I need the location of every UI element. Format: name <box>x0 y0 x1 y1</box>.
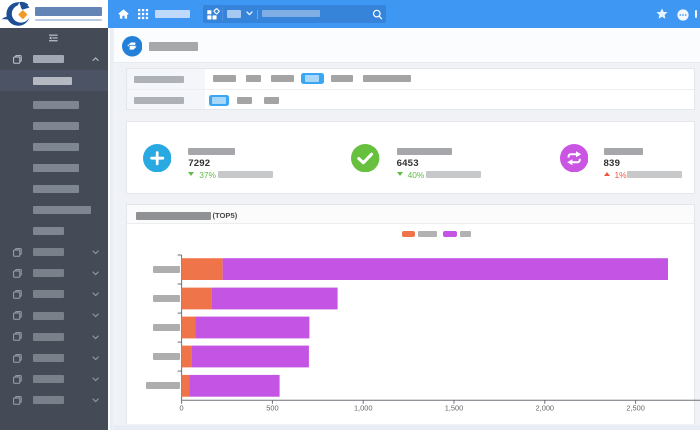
svg-text:2,000: 2,000 <box>536 404 555 413</box>
svg-text:2,500: 2,500 <box>626 404 645 413</box>
svg-text:1,000: 1,000 <box>354 404 373 413</box>
svg-text:500: 500 <box>266 404 278 413</box>
svg-text:1,500: 1,500 <box>445 404 464 413</box>
svg-text:0: 0 <box>180 404 184 413</box>
